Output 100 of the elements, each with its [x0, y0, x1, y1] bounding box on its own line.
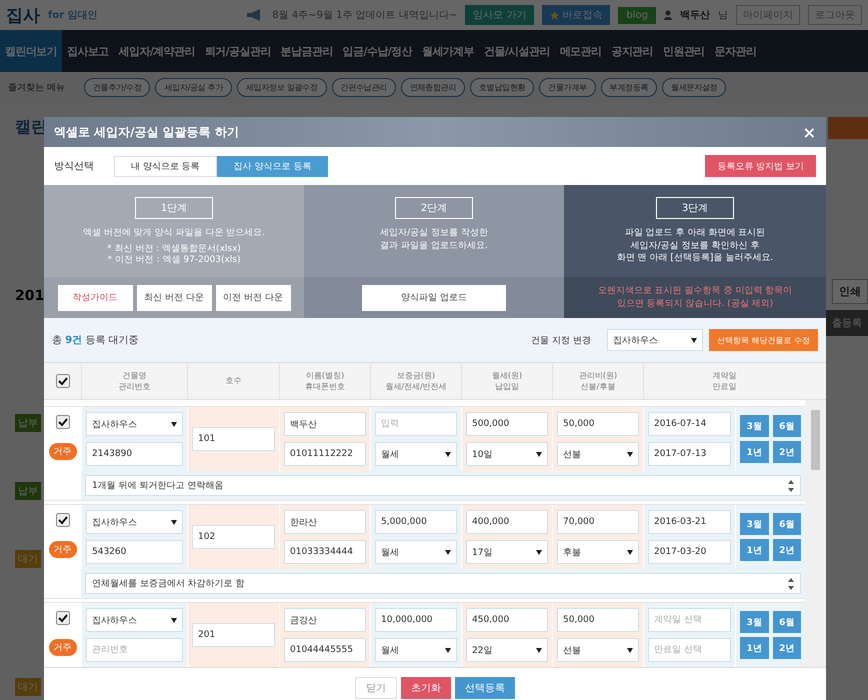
term-button[interactable]: 3월: [740, 513, 768, 535]
phone-field[interactable]: 01011112222: [284, 442, 366, 466]
start-date-field[interactable]: 2016-07-14: [648, 412, 731, 436]
fee-field[interactable]: 70,000: [557, 510, 639, 534]
deposit-field[interactable]: 입력: [375, 412, 457, 436]
nav-tab[interactable]: 건물/시설관리: [478, 30, 555, 72]
rent-type-select[interactable]: 월세: [375, 638, 457, 662]
nav-tab[interactable]: 문자관리: [710, 30, 762, 72]
pay-day-select[interactable]: 22일: [466, 638, 548, 662]
term-button[interactable]: 1년: [740, 441, 768, 463]
term-button[interactable]: 3월: [740, 611, 768, 633]
pay-day-select[interactable]: 17일: [466, 540, 548, 564]
step-button[interactable]: 최신 버전 다운: [136, 284, 212, 310]
code-field[interactable]: 관리번호: [86, 638, 183, 662]
help-button[interactable]: 등록오류 방지법 보기: [705, 155, 816, 177]
favorite-link[interactable]: 월세문자설정: [662, 78, 726, 97]
checkbox[interactable]: [56, 611, 70, 625]
phone-field[interactable]: 01044445555: [284, 638, 366, 662]
term-button[interactable]: 2년: [772, 441, 801, 463]
checkbox[interactable]: [56, 513, 70, 527]
building-select[interactable]: 집사하우스: [606, 329, 703, 351]
rent-type-select[interactable]: 월세: [375, 540, 457, 564]
phone-field[interactable]: 01033334444: [284, 540, 366, 564]
logo[interactable]: 집사: [6, 4, 40, 26]
favorite-link[interactable]: 세입자/공실 추가: [155, 78, 232, 97]
term-button[interactable]: 3월: [740, 415, 768, 437]
room-field[interactable]: 101: [192, 427, 275, 451]
favorite-link[interactable]: 세입자정보 일괄수정: [237, 78, 327, 97]
favorite-link[interactable]: 부계정등록: [600, 78, 658, 97]
footer-button[interactable]: 초기화: [401, 677, 451, 699]
step-button[interactable]: 이전 버전 다운: [216, 284, 290, 310]
scrollbar-thumb[interactable]: [811, 410, 820, 470]
term-button[interactable]: 1년: [740, 539, 768, 561]
rent-field[interactable]: 400,000: [466, 510, 548, 534]
fee-field[interactable]: 50,000: [557, 608, 639, 632]
term-button[interactable]: 6월: [772, 611, 801, 633]
name-field[interactable]: 백두산: [284, 412, 366, 436]
deposit-field[interactable]: 5,000,000: [375, 510, 457, 534]
fee-timing-select[interactable]: 선불: [557, 442, 639, 466]
favorite-link[interactable]: 건물추가/수정: [84, 78, 150, 97]
print-button[interactable]: 인쇄: [832, 279, 868, 304]
step-button[interactable]: 양식파일 업로드: [362, 284, 506, 310]
nav-tab[interactable]: 월세가계부: [416, 30, 479, 72]
pay-day-select[interactable]: 10일: [466, 442, 548, 466]
checkbox[interactable]: [56, 374, 70, 388]
favorite-link[interactable]: 건물가계부: [539, 78, 596, 97]
start-date-field[interactable]: 계약일 선택: [648, 608, 731, 632]
end-date-field[interactable]: 만료일 선택: [648, 638, 731, 662]
favorite-link[interactable]: 연체종합관리: [400, 78, 465, 97]
end-date-field[interactable]: 2017-07-13: [648, 442, 731, 466]
nav-tab[interactable]: 세입자/계약관리: [114, 30, 200, 72]
nav-tab[interactable]: 민원관리: [658, 30, 710, 72]
rent-type-select[interactable]: 월세: [375, 442, 457, 466]
header-link[interactable]: blog: [618, 6, 656, 24]
method-tab[interactable]: 집사 양식으로 등록: [216, 156, 328, 176]
fee-field[interactable]: 50,000: [557, 412, 639, 436]
room-field[interactable]: 102: [192, 525, 275, 549]
term-button[interactable]: 2년: [772, 539, 801, 561]
method-tab[interactable]: 내 양식으로 등록: [114, 156, 217, 176]
nav-tab[interactable]: 퇴거/공실관리: [200, 30, 276, 72]
fee-timing-select[interactable]: 선불: [557, 638, 639, 662]
term-button[interactable]: 1년: [740, 637, 768, 659]
code-field[interactable]: 2143890: [86, 442, 183, 466]
memo-field[interactable]: 1개월 뒤에 퇴거한다고 연락해옴: [85, 475, 801, 496]
rent-field[interactable]: 450,000: [466, 608, 548, 632]
footer-button[interactable]: 닫기: [355, 677, 397, 699]
rent-field[interactable]: 500,000: [466, 412, 548, 436]
fee-timing-select[interactable]: 후불: [557, 540, 639, 564]
term-button[interactable]: 2년: [772, 637, 801, 659]
building-select[interactable]: 집사하우스: [86, 412, 183, 436]
favorite-link[interactable]: 호별납입현황: [470, 78, 534, 97]
header-link[interactable]: 임사모 가기: [465, 5, 534, 25]
building-select[interactable]: 집사하우스: [86, 608, 183, 632]
update-notice[interactable]: 8월 4주~9월 1주 업데이트 내역입니다~: [272, 8, 458, 22]
memo-field[interactable]: 연체월세를 보증금에서 차감하기로 함: [85, 573, 801, 594]
nav-tab[interactable]: 집사보고: [62, 30, 114, 72]
room-field[interactable]: 201: [192, 623, 275, 647]
register-button[interactable]: 출등록: [826, 310, 868, 336]
deposit-field[interactable]: 10,000,000: [375, 608, 457, 632]
code-field[interactable]: 543260: [86, 540, 183, 564]
favorite-link[interactable]: 간편수납관리: [332, 78, 396, 97]
name-field[interactable]: 한라산: [284, 510, 366, 534]
nav-tab[interactable]: 입금/수납/정산: [338, 30, 417, 72]
scrollbar[interactable]: [805, 400, 826, 667]
term-button[interactable]: 6월: [772, 415, 801, 437]
header-link[interactable]: 바로접속: [542, 5, 610, 25]
footer-button[interactable]: 선택등록: [455, 677, 515, 699]
start-date-field[interactable]: 2016-03-21: [648, 510, 731, 534]
building-select[interactable]: 집사하우스: [86, 510, 183, 534]
nav-tab[interactable]: 메모관리: [554, 30, 606, 72]
nav-tab[interactable]: 공지관리: [606, 30, 658, 72]
nav-tab[interactable]: 분납금관리: [276, 30, 338, 72]
end-date-field[interactable]: 2017-03-20: [648, 540, 731, 564]
nav-tab[interactable]: 캘린더보기: [0, 30, 62, 72]
term-button[interactable]: 6월: [772, 513, 801, 535]
name-field[interactable]: 금강산: [284, 608, 366, 632]
close-button[interactable]: ×: [802, 122, 816, 142]
checkbox[interactable]: [56, 415, 70, 429]
step-button[interactable]: 작성가이드: [58, 284, 132, 310]
apply-button[interactable]: 선택항목 해당건물로 수정: [708, 329, 818, 351]
